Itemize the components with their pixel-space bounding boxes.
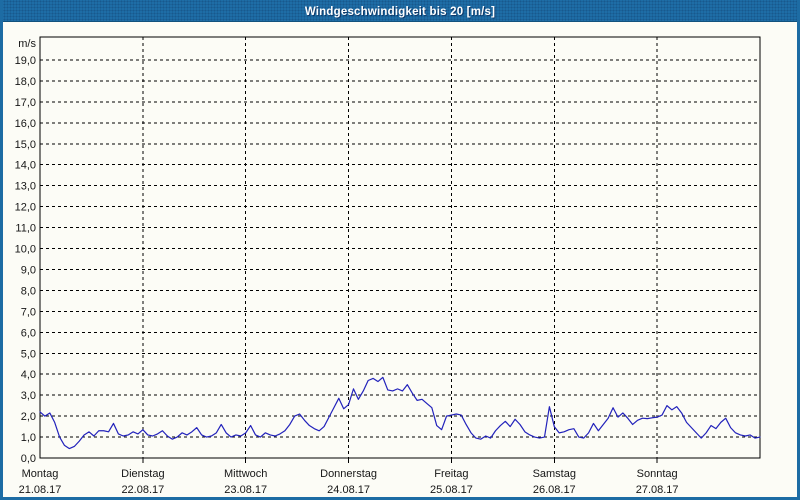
date-label: 23.08.17 <box>224 484 267 496</box>
y-tick-label: 2,0 <box>21 411 36 423</box>
window-title: Windgeschwindigkeit bis 20 [m/s] <box>304 6 496 18</box>
y-tick-label: 18,0 <box>15 76 36 88</box>
day-label: Montag <box>22 468 59 480</box>
day-label: Donnerstag <box>320 468 377 480</box>
date-label: 27.08.17 <box>636 484 679 496</box>
day-label: Freitag <box>434 468 468 480</box>
date-label: 21.08.17 <box>19 484 62 496</box>
y-tick-label: 10,0 <box>15 244 36 256</box>
day-label: Dienstag <box>121 468 164 480</box>
date-label: 22.08.17 <box>121 484 164 496</box>
y-tick-label: 3,0 <box>21 390 36 402</box>
y-tick-label: 1,0 <box>21 432 36 444</box>
y-tick-label: 5,0 <box>21 348 36 360</box>
wind-speed-chart: 0,0 1,0 2,0 3,0 4,0 5,0 6,0 7,0 8,0 9,0 10,0 11,0 12… <box>15 36 761 496</box>
y-tick-label: 15,0 <box>15 139 36 151</box>
day-label: Mittwoch <box>224 468 267 480</box>
y-tick-label: 0,0 <box>21 453 36 465</box>
date-label: 25.08.17 <box>430 484 473 496</box>
y-tick-label: 9,0 <box>21 264 36 276</box>
day-label: Samstag <box>533 468 576 480</box>
y-tick-label: 14,0 <box>15 160 36 172</box>
y-tick-label: 4,0 <box>21 369 36 381</box>
y-tick-label: 6,0 <box>21 327 36 339</box>
chart-window: Windgeschwindigkeit bis 20 [m/s] 0,0 1,0 2… <box>0 0 800 500</box>
y-tick-label: 12,0 <box>15 202 36 214</box>
date-label: 26.08.17 <box>533 484 576 496</box>
y-tick-label: 19,0 <box>15 55 36 67</box>
y-tick-label: 13,0 <box>15 181 36 193</box>
y-axis-unit-label: m/s <box>18 38 36 50</box>
y-tick-label: 7,0 <box>21 306 36 318</box>
titlebar: Windgeschwindigkeit bis 20 [m/s] <box>3 0 797 22</box>
y-tick-label: 8,0 <box>21 285 36 297</box>
y-tick-label: 11,0 <box>15 223 36 235</box>
date-label: 24.08.17 <box>327 484 370 496</box>
wind-speed-series-line <box>39 376 761 450</box>
y-tick-label: 16,0 <box>15 118 36 130</box>
day-label: Sonntag <box>637 468 678 480</box>
y-tick-label: 17,0 <box>15 97 36 109</box>
